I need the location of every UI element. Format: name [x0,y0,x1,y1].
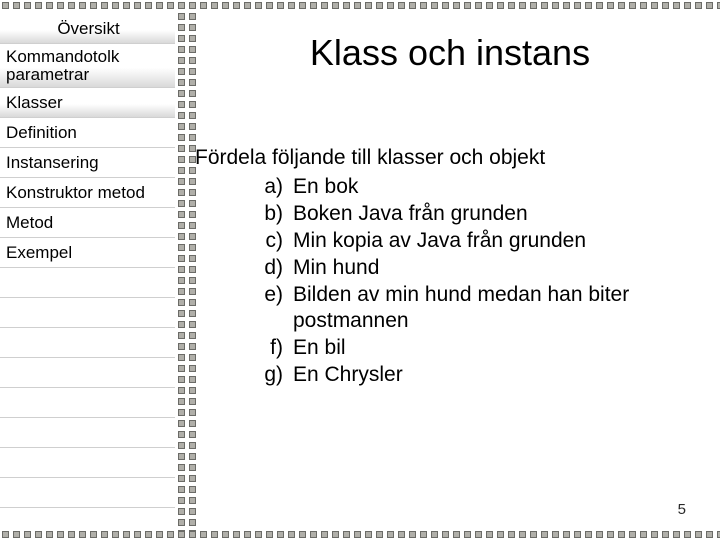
list-label: e) [255,282,283,336]
list-label: c) [255,228,283,255]
sidebar: Översikt Kommandotolk parametrar Klasser… [0,14,175,508]
sidebar-item-kommandotolk[interactable]: Kommandotolk parametrar [0,44,175,88]
slide: Översikt Kommandotolk parametrar Klasser… [0,0,720,540]
sidebar-header: Översikt [0,14,175,44]
list-label: d) [255,255,283,282]
sidebar-item-empty [0,268,175,298]
sidebar-item-empty [0,358,175,388]
list-item: g) En Chrysler [255,362,705,389]
list-text: En bok [293,174,705,201]
list-label: b) [255,201,283,228]
list-label: f) [255,335,283,362]
sidebar-item-empty [0,328,175,358]
list-label: a) [255,174,283,201]
list-item: f) En bil [255,335,705,362]
list-text: Boken Java från grunden [293,201,705,228]
list-item: a) En bok [255,174,705,201]
list-text: Min hund [293,255,705,282]
sidebar-item-klasser[interactable]: Klasser [0,88,175,118]
main-content: Klass och instans Fördela följande till … [195,32,705,389]
list-text: En bil [293,335,705,362]
sidebar-item-empty [0,478,175,508]
list-label: g) [255,362,283,389]
sidebar-item-instansering[interactable]: Instansering [0,148,175,178]
sidebar-item-empty [0,448,175,478]
sidebar-item-empty [0,298,175,328]
sidebar-item-empty [0,388,175,418]
page-number: 5 [678,501,686,518]
sidebar-item-konstruktor[interactable]: Konstruktor metod [0,178,175,208]
sidebar-item-metod[interactable]: Metod [0,208,175,238]
sidebar-item-definition[interactable]: Definition [0,118,175,148]
list-item: e)Bilden av min hund medan han biter pos… [255,282,705,336]
list-item: d) Min hund [255,255,705,282]
sidebar-item-exempel[interactable]: Exempel [0,238,175,268]
prompt-text: Fördela följande till klasser och objekt [195,146,705,170]
list-text: En Chrysler [293,362,705,389]
list-text: Bilden av min hund medan han biter postm… [293,282,705,336]
list-item: c) Min kopia av Java från grunden [255,228,705,255]
list-text: Min kopia av Java från grunden [293,228,705,255]
slide-title: Klass och instans [195,32,705,74]
list-item: b) Boken Java från grunden [255,201,705,228]
exercise-list: a) En bok b) Boken Java från grunden c) Min… [255,174,705,389]
sidebar-item-empty [0,418,175,448]
